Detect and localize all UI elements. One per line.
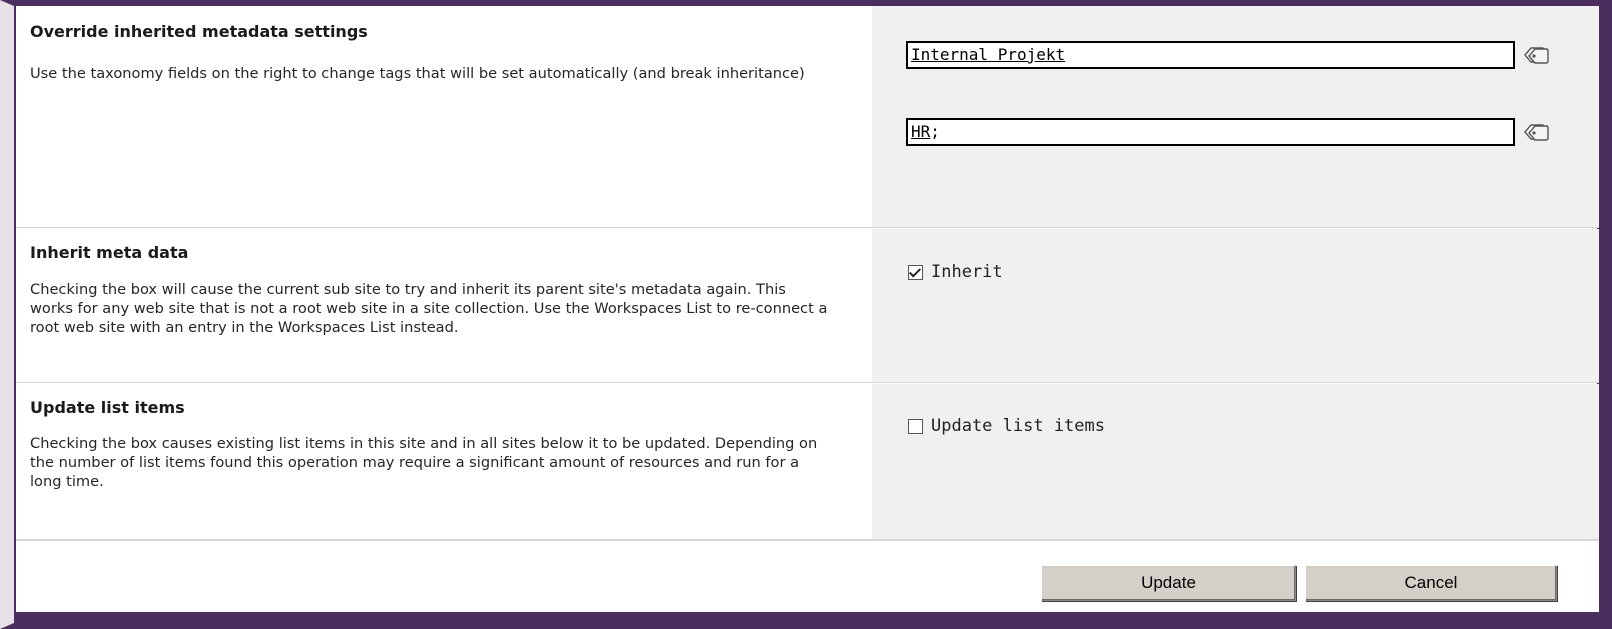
section-control-column: Update list items: [872, 384, 1599, 539]
section-inherit-metadata: Inherit meta data Checking the box will …: [16, 229, 1599, 383]
section-description: Checking the box will cause the current …: [30, 281, 828, 336]
inherit-checkbox[interactable]: [908, 264, 923, 280]
section-heading: Inherit meta data: [30, 243, 189, 262]
inherit-checkbox-label[interactable]: Inherit: [931, 262, 1003, 282]
taxonomy-term[interactable]: HR: [911, 122, 930, 141]
section-control-column: Inherit: [872, 229, 1599, 382]
section-override-metadata: Override inherited metadata settings Use…: [16, 6, 1599, 228]
section-update-list-items: Update list items Checking the box cause…: [16, 384, 1599, 539]
update-list-items-checkbox[interactable]: [908, 418, 923, 434]
section-description-column: Inherit meta data Checking the box will …: [16, 229, 872, 382]
taxonomy-term[interactable]: Internal Projekt: [911, 45, 1065, 64]
section-description-column: Override inherited metadata settings Use…: [16, 6, 872, 227]
taxonomy-field-project[interactable]: Internal Projekt: [906, 41, 1515, 69]
section-control-column: Internal Projekt HR;: [872, 6, 1599, 227]
taxonomy-field-department[interactable]: HR;: [906, 118, 1515, 146]
tags-icon[interactable]: [1522, 44, 1550, 66]
cancel-button[interactable]: Cancel: [1305, 565, 1557, 601]
tags-icon[interactable]: [1522, 121, 1550, 143]
taxonomy-term-separator: ;: [930, 122, 940, 141]
settings-panel: Override inherited metadata settings Use…: [14, 6, 1599, 612]
section-description-column: Update list items Checking the box cause…: [16, 384, 872, 539]
update-button[interactable]: Update: [1041, 565, 1296, 601]
update-list-items-checkbox-label[interactable]: Update list items: [931, 416, 1105, 436]
section-heading: Update list items: [30, 398, 185, 417]
section-heading: Override inherited metadata settings: [30, 22, 368, 41]
button-bar: Update Cancel: [16, 539, 1599, 612]
update-list-items-checkbox-row[interactable]: Update list items: [908, 416, 1105, 436]
inherit-checkbox-row[interactable]: Inherit: [908, 262, 1003, 282]
section-description: Use the taxonomy fields on the right to …: [30, 65, 805, 82]
section-description: Checking the box causes existing list it…: [30, 435, 818, 490]
